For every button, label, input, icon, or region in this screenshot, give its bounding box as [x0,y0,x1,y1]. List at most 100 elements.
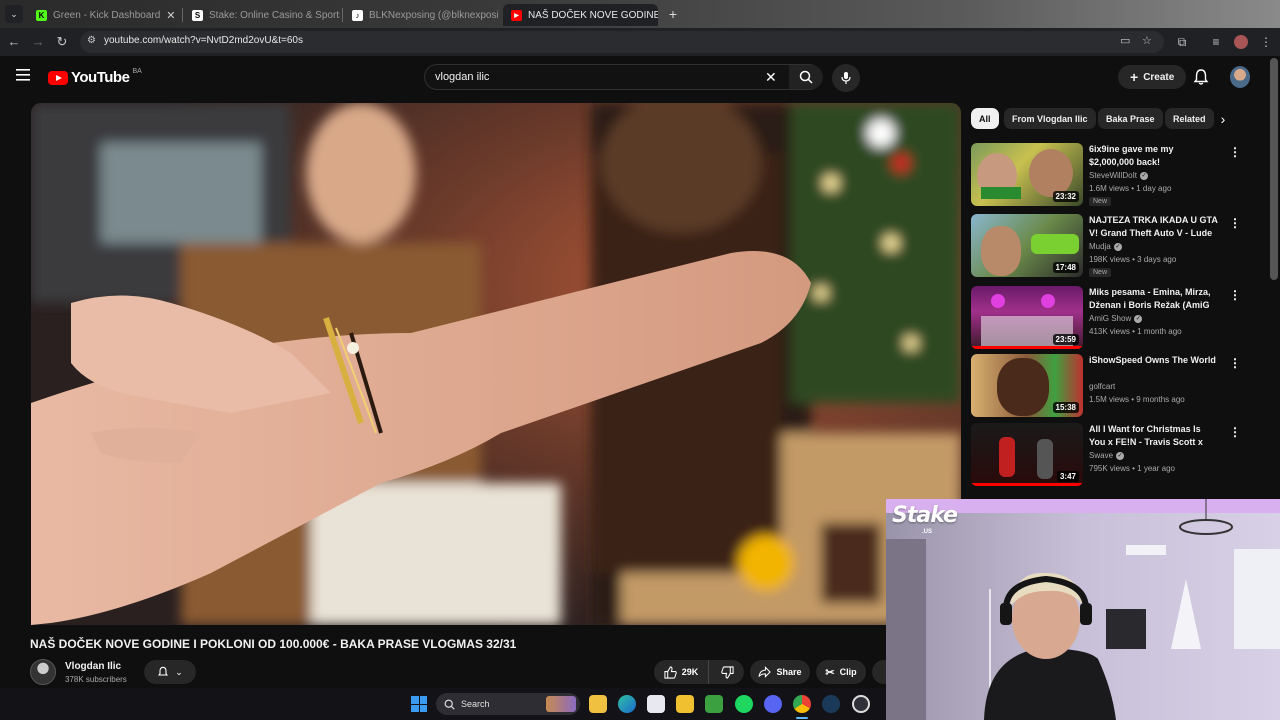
chip-from-channel[interactable]: From Vlogdan Ilic [1004,108,1096,129]
recommended-title[interactable]: 6ix9ine gave me my $2,000,000 back! [1089,143,1219,168]
recommended-channel[interactable]: Mudja ✓ [1089,242,1122,251]
tab-label: BLKNexposing (@blknexposing) [369,9,498,21]
chip-all[interactable]: All [971,108,999,129]
steam-icon[interactable] [822,695,840,713]
recommended-video[interactable]: 23:32 6ix9ine gave me my $2,000,000 back… [971,143,1251,207]
more-actions-icon[interactable]: ⋮ [1229,425,1241,439]
bookmark-star-icon[interactable]: ☆ [1142,34,1152,47]
account-avatar[interactable] [1230,66,1250,88]
spotify-icon[interactable] [735,695,753,713]
thumbnail-art [997,358,1049,416]
channel-name[interactable]: Vlogdan Ilic [65,661,121,672]
dislike-button[interactable] [710,660,744,684]
thumbs-up-icon [664,665,677,679]
video-thumbnail[interactable]: 23:59 [971,286,1083,349]
like-count: 29K [681,667,699,677]
search-box[interactable]: vlogdan ilic ✕ [424,64,823,90]
channel-avatar[interactable] [30,659,56,685]
search-button[interactable] [789,65,823,89]
hamburger-menu-icon[interactable] [16,68,32,82]
recommended-channel[interactable]: golfcart [1089,382,1115,391]
back-arrow-icon[interactable]: ← [6,34,22,50]
clear-search-icon[interactable]: ✕ [765,69,777,86]
notifications-bell-icon[interactable] [1192,68,1210,86]
stake-logo-suffix: .US [922,529,933,535]
like-button[interactable]: 29K [654,660,709,684]
browser-toolbar: ← → ↻ ⚙ youtube.com/watch?v=NvtD2md2ovU&… [0,28,1280,56]
edge-browser-icon[interactable] [618,695,636,713]
chip-baka-prase[interactable]: Baka Prase [1098,108,1163,129]
more-actions-icon[interactable]: ⋮ [1229,288,1241,302]
site-info-icon[interactable]: ⚙ [87,35,96,46]
video-thumbnail[interactable]: 15:38 [971,354,1083,417]
subscription-bell-button[interactable]: ⌄ [144,660,196,684]
recommended-channel[interactable]: AmiG Show ✓ [1089,314,1143,323]
watch-progress-bar [971,483,1083,486]
channel-label: AmiG Show [1089,314,1132,323]
channel-label: golfcart [1089,382,1116,391]
create-button[interactable]: + Create [1118,65,1187,89]
webcam-frame [886,499,1280,720]
windows-start-icon[interactable] [411,696,427,712]
recommended-title[interactable]: NAJTEZA TRKA IKADA U GTA V! Grand Theft … [1089,214,1219,240]
extensions-icon[interactable]: ⧉ [1174,34,1190,50]
webcam-overlay: Stake .US [886,499,1280,720]
minecraft-icon[interactable] [705,695,723,713]
reload-icon[interactable]: ↻ [54,34,70,50]
chevron-right-icon[interactable]: › [1214,110,1232,128]
more-actions-icon[interactable]: ⋮ [1229,216,1241,230]
forward-arrow-icon[interactable]: → [30,34,46,50]
video-thumbnail[interactable]: 3:47 [971,423,1083,486]
taskbar-search[interactable]: Search [436,693,580,715]
notes-app-icon[interactable] [676,695,694,713]
address-bar[interactable]: ⚙ youtube.com/watch?v=NvtD2md2ovU&t=60s … [80,31,1164,53]
browser-tab-strip: ⌄ K Green - Kick Dashboard ✕ S Stake: On… [0,0,1280,28]
save-button[interactable] [872,660,886,684]
tab-strip-icon[interactable]: ≡ [1208,34,1224,50]
recommended-channel[interactable]: SteveWillDoIt ✓ [1089,171,1149,180]
clip-button[interactable]: ✂ Clip [816,660,866,684]
obs-icon[interactable] [852,695,870,713]
profile-avatar[interactable] [1234,35,1248,49]
new-tab-button[interactable]: + [664,5,682,23]
recommended-channel[interactable]: Swave ✓ [1089,451,1125,460]
browser-tab-youtube[interactable]: ▶ NAŠ DOČEK NOVE GODINE I P ✕ [503,4,658,26]
recommended-video[interactable]: 15:38 iShowSpeed Owns The World golfcart… [971,354,1251,418]
chrome-menu-icon[interactable]: ⋮ [1258,34,1274,50]
chrome-icon[interactable] [793,695,811,713]
page-scrollbar[interactable] [1270,58,1278,280]
verified-check-icon: ✓ [1140,171,1149,180]
voice-search-button[interactable] [832,64,860,92]
browser-tab-stake[interactable]: S Stake: Online Casino & Sports ✕ [184,4,340,26]
kick-favicon-icon: K [36,9,47,21]
recommended-title[interactable]: Miks pesama - Emina, Mirza, Dženan i Bor… [1089,286,1219,312]
video-thumbnail[interactable]: 23:32 [971,143,1083,206]
video-thumbnail[interactable]: 17:48 [971,214,1083,277]
video-duration: 3:47 [1056,471,1079,482]
video-player[interactable] [31,103,961,625]
more-actions-icon[interactable]: ⋮ [1229,356,1241,370]
tab-search-button[interactable]: ⌄ [5,5,23,23]
search-input[interactable]: vlogdan ilic [435,71,489,83]
store-icon[interactable] [647,695,665,713]
file-explorer-icon[interactable] [589,695,607,713]
recommended-video[interactable]: 17:48 NAJTEZA TRKA IKADA U GTA V! Grand … [971,214,1251,278]
thumbnail-art [1041,294,1055,308]
youtube-logo[interactable]: YouTube BA [48,68,142,86]
watch-progress-bar [971,346,1083,349]
recommended-video[interactable]: 3:47 All I Want for Christmas Is You x F… [971,423,1251,487]
tab-close-icon[interactable]: ✕ [166,9,175,22]
browser-tab-tiktok[interactable]: ♪ BLKNexposing (@blknexposing) ✕ [344,4,498,26]
channel-label: Swave [1089,451,1114,460]
more-actions-icon[interactable]: ⋮ [1229,145,1241,159]
share-button[interactable]: Share [750,660,810,684]
recommended-title[interactable]: All I Want for Christmas Is You x FE!N -… [1089,423,1219,449]
cast-icon[interactable]: ▭ [1120,34,1130,47]
chip-related[interactable]: Related [1165,108,1214,129]
tab-label: NAŠ DOČEK NOVE GODINE I P [528,9,658,21]
recommended-title[interactable]: iShowSpeed Owns The World [1089,354,1219,367]
browser-tab-kick[interactable]: K Green - Kick Dashboard ✕ [28,4,180,26]
thumbnail-art [991,294,1005,308]
discord-icon[interactable] [764,695,782,713]
recommended-video[interactable]: 23:59 Miks pesama - Emina, Mirza, Dženan… [971,286,1251,350]
